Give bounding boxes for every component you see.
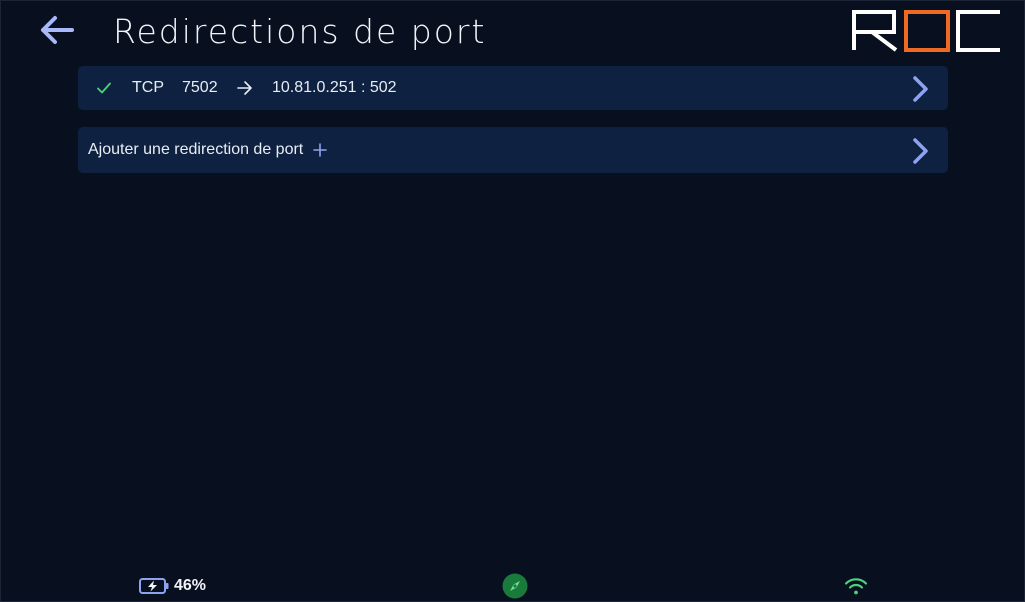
chevron-right-icon (913, 138, 928, 164)
rule-target: 10.81.0.251 : 502 (272, 79, 397, 96)
status-bar: 46% (0, 572, 1025, 600)
roc-logo (852, 10, 1000, 52)
back-button[interactable] (38, 13, 78, 47)
add-port-forward-button[interactable]: Ajouter une redirection de port (78, 127, 948, 173)
page-title: Redirections de port (113, 12, 487, 51)
battery-percent: 46% (174, 577, 207, 594)
arrow-right-icon (237, 81, 252, 95)
add-rule-label: Ajouter une redirection de port (88, 141, 304, 158)
plus-icon (313, 143, 327, 157)
arrow-left-icon (41, 16, 74, 44)
chevron-right-icon (913, 76, 928, 102)
wifi-icon[interactable] (843, 576, 869, 596)
rule-port: 7502 (182, 79, 218, 96)
check-icon (97, 82, 111, 94)
compass-icon[interactable] (502, 573, 528, 599)
battery-charging-icon (139, 578, 169, 594)
port-forward-rule[interactable]: TCP 7502 10.81.0.251 : 502 (78, 66, 948, 110)
rule-protocol: TCP (132, 79, 164, 96)
